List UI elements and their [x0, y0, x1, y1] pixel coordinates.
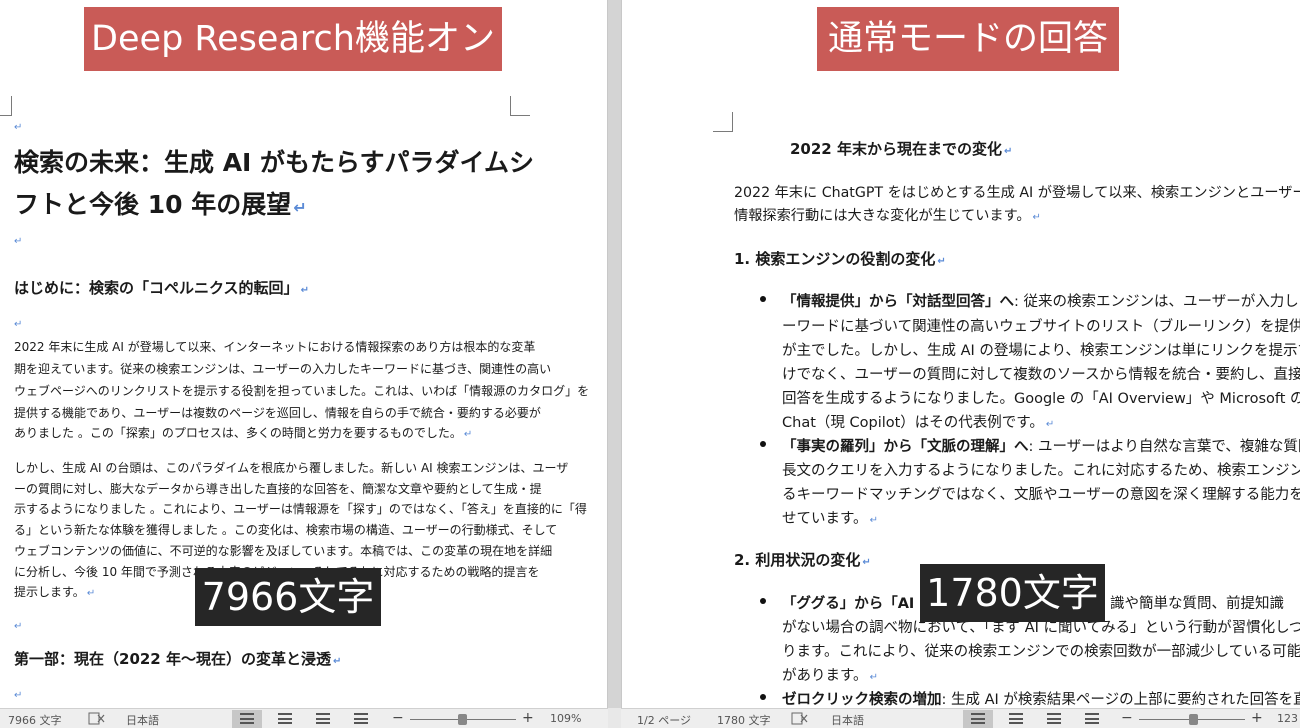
outline-view-button[interactable] — [1077, 710, 1107, 728]
bullet-line: るキーワードマッチングではなく、文脈やユーザーの意図を深く理解する能力を向上さ — [782, 487, 1300, 503]
intro-paragraph-line: 提供する機能であり、ユーザーは複数のページを巡回し、情報を自らの手で統合・要約す… — [14, 406, 541, 420]
intro-heading: はじめに：検索の「コペルニクス的転回」 ↵ — [14, 279, 309, 297]
zoom-level[interactable]: 109% — [550, 712, 581, 725]
zoom-in-button[interactable]: + — [1251, 710, 1263, 726]
zoom-in-button[interactable]: + — [522, 710, 534, 726]
bullet-line: 長文のクエリを入力するようになりました。これに対応するため、検索エンジンは単な — [782, 463, 1300, 479]
split-divider[interactable] — [608, 0, 621, 708]
left-document-pane[interactable]: Deep Research機能オン ↵ 検索の未来：生成 AI がもたらすパラダ… — [0, 0, 608, 708]
document-title-line-1: 検索の未来：生成 AI がもたらすパラダイムシ — [14, 148, 535, 177]
paragraph-2-line: ーの質問に対し、膨大なデータから導き出した直接的な回答を、簡潔な文章や要約として… — [14, 482, 542, 496]
intro-paragraph-line: 期を迎えています。従来の検索エンジンは、ユーザーの入力したキーワードに基づき、関… — [14, 362, 552, 376]
bullet-line: ります。これにより、従来の検索エンジンでの検索回数が一部減少している可能性 — [782, 644, 1300, 660]
bullet-line: ーワードに基づいて関連性の高いウェブサイトのリスト（ブルーリンク）を提供する役割 — [782, 319, 1300, 335]
left-character-count-overlay: 7966文字 — [195, 568, 381, 626]
left-status-bar: 7966 文字 日本語 − + 109% — [0, 708, 608, 728]
word-count[interactable]: 1780 文字 — [717, 712, 771, 728]
language-indicator[interactable]: 日本語 — [126, 712, 159, 728]
intro-paragraph-line: 2022 年末に生成 AI が登場して以来、インターネットにおける情報探索のあり… — [14, 340, 536, 354]
document-title-line-2: フトと今後 10 年の展望 ↵ — [14, 190, 307, 219]
section-1-heading: 第一部：現在（2022 年～現在）の変革と浸透 ↵ — [14, 650, 342, 668]
print-layout-view-button[interactable] — [232, 710, 262, 728]
bullet-line: があります。 ↵ — [782, 668, 878, 684]
normal-mode-banner: 通常モードの回答 — [817, 7, 1119, 71]
bullet-line: ゼロクリック検索の増加: 生成 AI が検索結果ページの上部に要約された回答を直 — [782, 692, 1300, 708]
intro-line: 2022 年末に ChatGPT をはじめとする生成 AI が登場して以来、検索… — [734, 185, 1300, 201]
document-title: 2022 年末から現在までの変化 ↵ — [790, 140, 1013, 158]
right-character-count-overlay: 1780文字 — [920, 564, 1105, 622]
paragraph-mark-icon: ↵ — [14, 236, 23, 247]
bullet-line: 「事実の羅列」から「文脈の理解」へ: ユーザーはより自然な言葉で、複雑な質問や — [782, 439, 1300, 455]
bullet-icon — [760, 598, 766, 604]
read-mode-view-button[interactable] — [1001, 710, 1031, 728]
paragraph-mark-icon: ↵ — [14, 690, 23, 701]
bullet-icon — [760, 296, 766, 302]
bullet-line: 回答を生成するようになりました。Google の「AI Overview」や M… — [782, 391, 1300, 407]
bullet-icon — [760, 694, 766, 700]
intro-line: 情報探索行動には大きな変化が生じています。 ↵ — [734, 208, 1041, 224]
word-count[interactable]: 7966 文字 — [8, 712, 62, 728]
language-indicator[interactable]: 日本語 — [831, 712, 864, 728]
zoom-slider-thumb[interactable] — [1189, 714, 1198, 725]
read-mode-view-button[interactable] — [270, 710, 300, 728]
bullet-line: 「情報提供」から「対話型回答」へ: 従来の検索エンジンは、ユーザーが入力したキ — [782, 294, 1300, 310]
right-status-bar: 1/2 ページ 1780 文字 日本語 − + 123 — [621, 708, 1300, 728]
outline-view-button[interactable] — [346, 710, 376, 728]
intro-paragraph-line: ありました 。この「探索」のプロセスは、多くの時間と労力を要するものでした。 ↵ — [14, 426, 473, 440]
intro-paragraph-line: ウェブページへのリンクリストを提示する役割を担っていました。これは、いわば「情報… — [14, 384, 590, 398]
paragraph-2-line: しかし、生成 AI の台頭は、このパラダイムを根底から覆しました。新しい AI … — [14, 461, 569, 475]
bullet-line: Chat（現 Copilot）はその代表例です。 ↵ — [782, 415, 1055, 431]
proofing-icon[interactable] — [791, 712, 809, 728]
paragraph-mark-icon: ↵ — [14, 319, 23, 330]
zoom-out-button[interactable]: − — [1121, 710, 1133, 726]
crop-mark-top-right — [510, 96, 530, 116]
print-layout-view-button[interactable] — [963, 710, 993, 728]
paragraph-2-line: ウェブコンテンツの価値に、不可逆的な影響を及ぼしています。本稿では、この変革の現… — [14, 544, 553, 558]
zoom-level[interactable]: 123 — [1277, 712, 1298, 725]
bullet-icon — [760, 441, 766, 447]
web-layout-view-button[interactable] — [1039, 710, 1069, 728]
section-2-heading: 2. 利用状況の変化 ↵ — [734, 551, 871, 569]
bullet-line: けでなく、ユーザーの質問に対して複数のソースから情報を統合・要約し、直接的に — [782, 367, 1300, 383]
deep-research-banner: Deep Research機能オン — [84, 7, 502, 71]
bullet-line: が主でした。しかし、生成 AI の登場により、検索エンジンは単にリンクを提示する… — [782, 343, 1300, 359]
crop-mark-top-left — [0, 96, 12, 116]
proofing-icon[interactable] — [88, 712, 106, 728]
paragraph-2-line: 示するようになりました 。これにより、ユーザーは情報源を「探す」のではなく、「答… — [14, 502, 587, 516]
web-layout-view-button[interactable] — [308, 710, 338, 728]
right-document-pane[interactable]: 通常モードの回答 2022 年末から現在までの変化 ↵ 2022 年末に Chat… — [621, 0, 1300, 708]
paragraph-2-line: 提示します。 ↵ — [14, 585, 96, 599]
zoom-out-button[interactable]: − — [392, 710, 404, 726]
paragraph-mark-icon: ↵ — [14, 621, 23, 632]
bullet-line-tail: 識や簡単な質問、前提知識 — [1110, 596, 1284, 612]
page-indicator[interactable]: 1/2 ページ — [637, 712, 691, 728]
bullet-line: せています。 ↵ — [782, 511, 878, 527]
section-1-heading: 1. 検索エンジンの役割の変化 ↵ — [734, 250, 946, 268]
crop-mark-top-left — [713, 112, 733, 132]
paragraph-2-line: る」という新たな体験を獲得しました 。この変化は、検索市場の構造、ユーザーの行動… — [14, 523, 558, 537]
paragraph-mark-icon: ↵ — [14, 122, 23, 133]
zoom-slider-thumb[interactable] — [458, 714, 467, 725]
